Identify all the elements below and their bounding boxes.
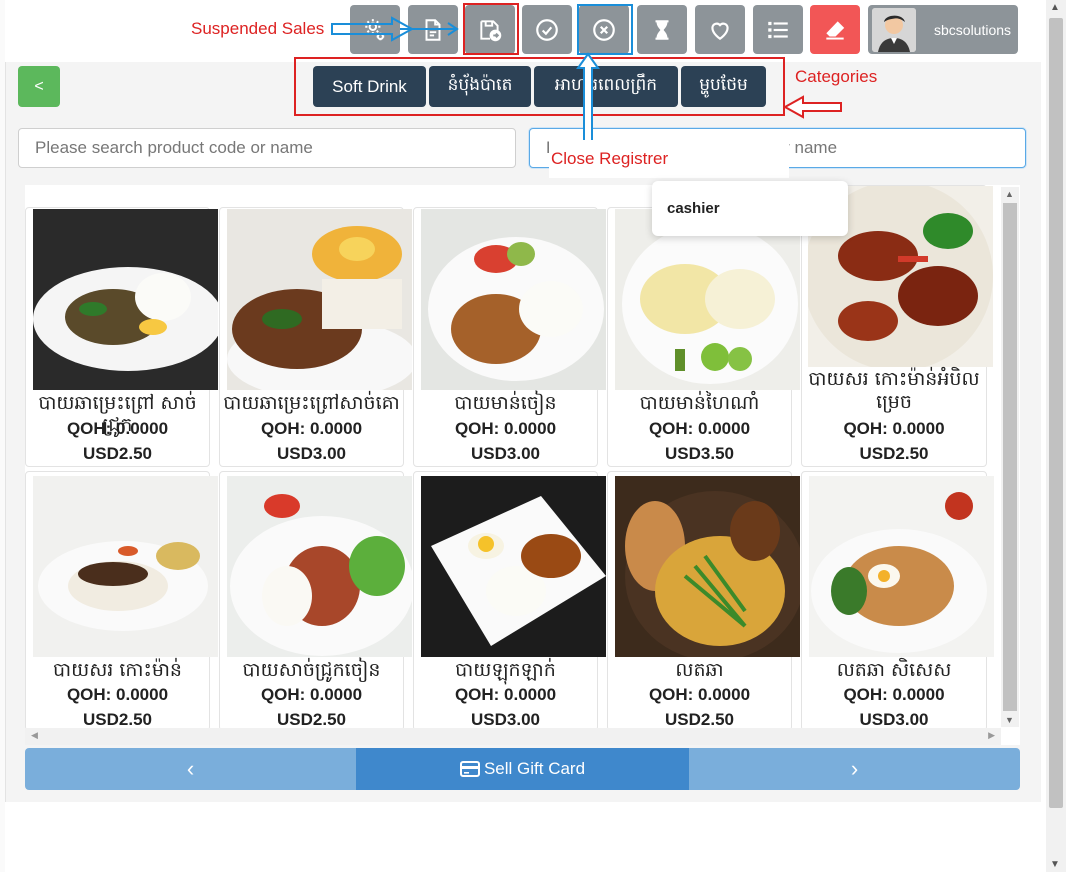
hourglass-icon: [655, 19, 669, 40]
page-scroll-up-icon[interactable]: ▲: [1050, 2, 1060, 13]
close-register-arrow: [576, 52, 600, 151]
product-name: បាយមាន់ហៃណាំ: [639, 392, 760, 414]
sell-gift-card-button[interactable]: Sell Gift Card: [356, 748, 689, 790]
category-extras[interactable]: ម្ហូបថែម: [681, 66, 766, 107]
product-qoh: QOH: 0.0000: [260, 419, 363, 438]
product-name: បាយឡុកឡាក់: [455, 659, 556, 681]
product-price: USD3.50: [665, 444, 734, 463]
avatar: [872, 7, 916, 52]
product-name: បាយសាច់ជ្រូកចៀន: [242, 659, 381, 681]
product-grid-horizontal-scrollbar[interactable]: ◀ ▶: [25, 728, 1001, 745]
product-name: លតឆា សិសេស: [836, 659, 952, 681]
product-qoh: QOH: 0.0000: [843, 419, 945, 438]
close-register-highlight: [577, 4, 633, 55]
product-price: USD2.50: [665, 710, 734, 729]
scroll-down-icon[interactable]: ▼: [1005, 715, 1014, 725]
suspended-sales-arrow: [331, 16, 459, 42]
categories-annotation: Categories: [795, 67, 878, 86]
product-image: [33, 209, 218, 390]
product-qoh: QOH: 0.0000: [66, 419, 169, 438]
product-image: [615, 476, 800, 657]
product-image: [227, 209, 412, 390]
user-menu-button[interactable]: sbcsolutions: [868, 5, 1018, 54]
check-circle-icon: [536, 18, 558, 41]
product-card[interactable]: បាយឆាម្រេះព្រៅសាច់គោ QOH: 0.0000 USD3.00: [219, 207, 412, 467]
close-register-annotation: Close Registrer: [549, 140, 789, 178]
product-name: បាយសរ កោះម៉ាន់: [53, 659, 182, 681]
product-image: [33, 476, 218, 657]
categories-arrow: [782, 95, 842, 119]
product-price: USD3.00: [471, 710, 540, 729]
page-scrollbar[interactable]: ▲ ▼: [1046, 0, 1066, 872]
scroll-left-icon[interactable]: ◀: [31, 730, 38, 741]
product-card[interactable]: លតឆា QOH: 0.0000 USD2.50: [607, 471, 800, 731]
product-card[interactable]: បាយមាន់ចៀន QOH: 0.0000 USD3.00: [413, 207, 606, 467]
product-name: បាយសរ កោះម៉ាន់អំបិលម្រេច: [808, 368, 980, 413]
pending-button[interactable]: [637, 5, 687, 54]
product-grid: បាយឆាម្រេះព្រៅ សាច់ជ្រូក QOH: 0.0000 USD…: [25, 185, 1020, 745]
product-qoh: QOH: 0.0000: [843, 685, 945, 704]
product-qoh: QOH: 0.0000: [648, 419, 751, 438]
product-card[interactable]: បាយសរ កោះម៉ាន់ QOH: 0.0000 USD2.50: [25, 471, 218, 731]
heart-icon: [711, 22, 729, 40]
scroll-thumb[interactable]: [1003, 203, 1017, 711]
next-page-button[interactable]: ›: [689, 748, 1020, 790]
product-price: USD2.50: [859, 444, 929, 463]
product-price: USD2.50: [277, 710, 346, 729]
product-qoh: QOH: 0.0000: [454, 685, 557, 704]
suspended-sales-annotation: Suspended Sales: [191, 19, 325, 38]
product-image: [421, 209, 606, 390]
scroll-right-icon[interactable]: ▶: [988, 730, 995, 741]
product-price: USD3.00: [471, 444, 540, 463]
user-name: sbcsolutions: [934, 21, 1012, 38]
product-price: USD2.50: [83, 444, 152, 463]
category-soft-drink[interactable]: Soft Drink: [313, 66, 426, 107]
category-breakfast[interactable]: អាហារពេលព្រឹក: [534, 66, 678, 107]
favorites-button[interactable]: [695, 5, 745, 54]
sell-gift-card-label: Sell Gift Card: [483, 759, 586, 778]
product-image: [421, 476, 606, 657]
page-scroll-down-icon[interactable]: ▼: [1050, 859, 1060, 870]
product-qoh: QOH: 0.0000: [454, 419, 557, 438]
product-card[interactable]: បាយសាច់ជ្រូកចៀន QOH: 0.0000 USD2.50: [219, 471, 412, 731]
category-bread[interactable]: នំបុ័ងប៉ាតេ: [429, 66, 531, 107]
list-icon: [768, 21, 788, 38]
product-price: USD3.00: [277, 444, 346, 463]
credit-card-icon: [459, 761, 480, 777]
page-scroll-thumb[interactable]: [1049, 18, 1063, 808]
scroll-up-icon[interactable]: ▲: [1005, 189, 1014, 199]
product-search-input[interactable]: [18, 128, 516, 168]
product-grid-vertical-scrollbar[interactable]: ▲ ▼: [1001, 187, 1019, 727]
clear-cart-button[interactable]: [810, 5, 860, 54]
eraser-icon: [826, 20, 845, 40]
back-button[interactable]: <: [18, 66, 60, 107]
suspended-sales-highlight: [463, 3, 519, 55]
product-name: បាយឆាម្រេះព្រៅសាច់គោ: [223, 392, 400, 414]
product-qoh: QOH: 0.0000: [260, 685, 363, 704]
product-qoh: QOH: 0.0000: [648, 685, 751, 704]
product-price: USD3.00: [859, 710, 929, 729]
product-qoh: QOH: 0.0000: [66, 685, 169, 704]
product-card[interactable]: បាយឡុកឡាក់ QOH: 0.0000 USD3.00: [413, 471, 606, 731]
customer-dropdown-option[interactable]: cashier: [652, 181, 848, 236]
previous-page-button[interactable]: ‹: [25, 748, 356, 790]
product-card[interactable]: លតឆា សិសេស QOH: 0.0000 USD3.00: [801, 471, 994, 731]
product-price: USD2.50: [83, 710, 152, 729]
product-name: បាយមាន់ចៀន: [454, 392, 557, 414]
product-image: [227, 476, 412, 657]
product-image: [809, 476, 994, 657]
list-button[interactable]: [753, 5, 803, 54]
product-card[interactable]: បាយមាន់ហៃណាំ QOH: 0.0000 USD3.50: [607, 207, 800, 467]
product-name: លតឆា: [675, 659, 724, 681]
complete-sale-button[interactable]: [522, 5, 572, 54]
product-image: [615, 209, 800, 390]
product-card[interactable]: បាយឆាម្រេះព្រៅ សាច់ជ្រូក QOH: 0.0000 USD…: [25, 207, 218, 467]
bottom-action-bar: ‹ Sell Gift Card ›: [25, 748, 1020, 790]
